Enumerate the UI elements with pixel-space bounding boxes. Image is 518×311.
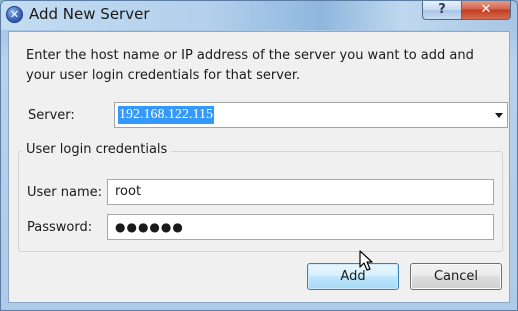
close-icon: ✕: [480, 2, 492, 17]
dropdown-arrow-icon[interactable]: [495, 113, 503, 118]
credentials-legend: User login credentials: [22, 142, 172, 157]
app-icon: ✕: [6, 6, 23, 23]
dialog-body: Enter the host name or IP address of the…: [8, 31, 510, 303]
add-button[interactable]: Add: [307, 263, 399, 290]
username-label: User name:: [27, 185, 103, 200]
server-label: Server:: [28, 108, 75, 123]
server-value[interactable]: 192.168.122.115: [118, 106, 214, 124]
password-field[interactable]: ●●●●●●: [107, 214, 494, 240]
close-button[interactable]: ✕: [461, 1, 511, 20]
help-button[interactable]: ?: [422, 1, 462, 20]
password-label: Password:: [27, 220, 93, 235]
description-text: Enter the host name or IP address of the…: [26, 48, 474, 83]
mouse-cursor-icon: [359, 250, 373, 271]
help-icon: ?: [438, 2, 446, 17]
dialog-window: ✕ Add New Server ? ✕ Enter the host name…: [0, 0, 518, 311]
title-bar[interactable]: ✕ Add New Server ? ✕: [1, 1, 517, 30]
cancel-button[interactable]: Cancel: [410, 263, 502, 290]
username-field[interactable]: root: [107, 179, 494, 205]
server-combobox[interactable]: 192.168.122.115: [114, 102, 508, 128]
window-title: Add New Server: [29, 5, 150, 23]
